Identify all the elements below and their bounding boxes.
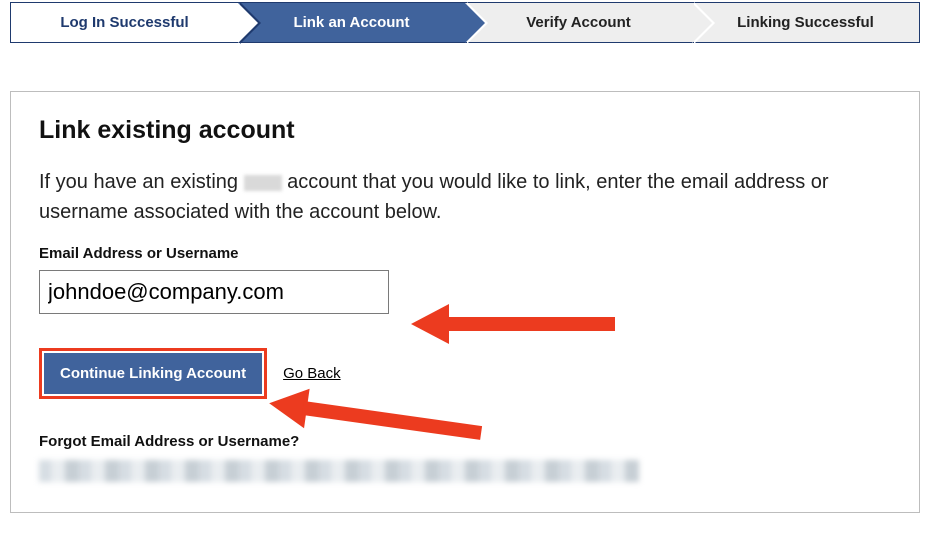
- continue-button[interactable]: Continue Linking Account: [44, 353, 262, 394]
- arrow-shaft: [445, 317, 615, 331]
- email-label: Email Address or Username: [39, 245, 891, 262]
- step-link-account: Link an Account: [238, 3, 465, 42]
- go-back-link[interactable]: Go Back: [283, 365, 341, 382]
- page-title: Link existing account: [39, 116, 891, 145]
- link-account-panel: Link existing account If you have an exi…: [10, 91, 920, 513]
- actions-row: Continue Linking Account Go Back: [39, 348, 891, 399]
- step-verify-account: Verify Account: [465, 3, 692, 42]
- step-login-successful: Log In Successful: [11, 3, 238, 42]
- intro-text: If you have an existing account that you…: [39, 167, 891, 227]
- step-label: Link an Account: [293, 14, 409, 31]
- redacted-brand: [244, 175, 282, 191]
- continue-highlight-box: Continue Linking Account: [39, 348, 267, 399]
- step-linking-successful: Linking Successful: [692, 3, 919, 42]
- step-label: Verify Account: [526, 14, 630, 31]
- email-input[interactable]: [39, 270, 389, 314]
- progress-steps: Log In Successful Link an Account Verify…: [10, 2, 920, 43]
- step-label: Log In Successful: [60, 14, 188, 31]
- step-label: Linking Successful: [737, 14, 874, 31]
- arrow-to-input: [431, 304, 621, 344]
- intro-pre: If you have an existing: [39, 171, 244, 193]
- arrow-head-icon: [411, 304, 449, 344]
- redacted-forgot-content: [39, 460, 639, 482]
